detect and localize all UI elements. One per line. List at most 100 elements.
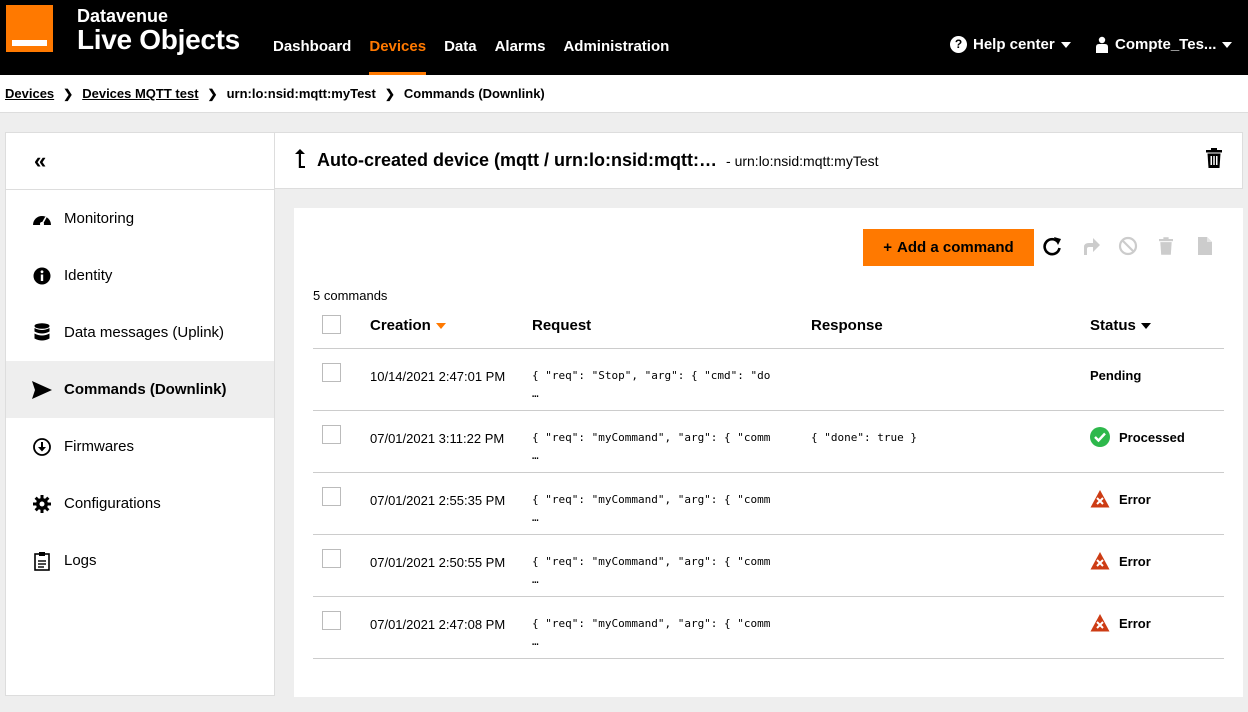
table-row[interactable]: 10/14/2021 2:47:01 PM { "req": "Stop", "…	[313, 349, 1224, 411]
sidebar-item-data-messages[interactable]: Data messages (Uplink)	[6, 304, 274, 361]
error-triangle-icon	[1090, 552, 1110, 570]
sort-desc-icon	[435, 323, 446, 330]
request-cell: { "req": "myCommand", "arg": { "comm …	[532, 431, 771, 462]
request-cell: { "req": "myCommand", "arg": { "comm …	[532, 493, 771, 524]
creation-cell: 07/01/2021 3:11:22 PM	[370, 431, 505, 446]
main-nav: Dashboard Devices Data Alarms Administra…	[273, 0, 687, 75]
row-checkbox[interactable]	[322, 425, 341, 444]
nav-dashboard[interactable]: Dashboard	[273, 0, 351, 75]
commands-panel: + Add a command 5 commands Creation Requ…	[294, 208, 1243, 697]
status-label: Pending	[1090, 367, 1142, 383]
account-label: Compte_Tes...	[1115, 36, 1217, 53]
page-title: Auto-created device (mqtt / urn:lo:nsid:…	[317, 150, 879, 171]
column-request: Request	[532, 317, 592, 334]
row-checkbox[interactable]	[322, 487, 341, 506]
help-icon: ?	[950, 36, 967, 53]
breadcrumb-fleet[interactable]: Devices MQTT test	[82, 86, 198, 101]
caret-down-icon	[1140, 323, 1151, 330]
device-subtitle: - urn:lo:nsid:mqtt:myTest	[726, 153, 879, 169]
trash-icon[interactable]	[1155, 235, 1177, 257]
sidebar-item-label: Configurations	[64, 495, 161, 512]
response-cell: { "done": true }	[811, 431, 917, 444]
top-bar: Datavenue Live Objects Dashboard Devices…	[0, 0, 1248, 75]
sidebar-item-label: Data messages (Uplink)	[64, 324, 225, 341]
sidebar-item-label: Logs	[64, 552, 97, 569]
nav-data[interactable]: Data	[444, 0, 477, 75]
request-cell: { "req": "Stop", "arg": { "cmd": "do …	[532, 369, 771, 400]
status-cell: Pending	[1090, 364, 1141, 386]
plus-icon: +	[883, 239, 893, 256]
commands-count: 5 commands	[313, 288, 388, 303]
nav-alarms[interactable]: Alarms	[495, 0, 546, 75]
help-label: Help center	[973, 36, 1055, 53]
sidebar-item-label: Identity	[64, 267, 113, 284]
column-status[interactable]: Status	[1090, 317, 1151, 334]
refresh-icon[interactable]	[1041, 235, 1063, 257]
nav-administration[interactable]: Administration	[563, 0, 669, 75]
chevron-right-icon: ❯	[63, 86, 74, 101]
chevron-right-icon: ❯	[207, 86, 218, 101]
column-response: Response	[811, 317, 883, 334]
column-creation[interactable]: Creation	[370, 317, 446, 334]
status-cell: Error	[1090, 612, 1151, 634]
delete-device-icon[interactable]	[1206, 148, 1222, 168]
clipboard-icon	[32, 551, 52, 571]
gear-icon	[32, 494, 52, 514]
sidebar-item-commands[interactable]: Commands (Downlink)	[6, 361, 274, 418]
error-triangle-icon	[1090, 490, 1110, 508]
sidebar-item-firmwares[interactable]: Firmwares	[6, 418, 274, 475]
status-label: Error	[1119, 615, 1151, 631]
table-row[interactable]: 07/01/2021 3:11:22 PM { "req": "myComman…	[313, 411, 1224, 473]
sidebar-item-label: Firmwares	[64, 438, 134, 455]
sidebar-item-label: Monitoring	[64, 210, 135, 227]
user-icon	[1096, 36, 1108, 53]
status-cell: Error	[1090, 550, 1151, 572]
status-label: Error	[1119, 491, 1151, 507]
column-creation-label: Creation	[370, 317, 431, 334]
file-icon[interactable]	[1194, 235, 1216, 257]
level-up-icon[interactable]	[293, 148, 307, 170]
info-icon	[32, 266, 52, 286]
sidebar-item-label: Commands (Downlink)	[64, 381, 227, 398]
download-icon	[32, 437, 52, 457]
row-checkbox[interactable]	[322, 549, 341, 568]
creation-cell: 07/01/2021 2:47:08 PM	[370, 617, 506, 632]
breadcrumb-device[interactable]: urn:lo:nsid:mqtt:myTest	[227, 86, 376, 101]
sidebar-item-configurations[interactable]: Configurations	[6, 475, 274, 532]
creation-cell: 07/01/2021 2:55:35 PM	[370, 493, 506, 508]
brand-main: Live Objects	[77, 24, 240, 55]
send-icon	[32, 380, 52, 400]
account-menu[interactable]: Compte_Tes...	[1095, 36, 1233, 53]
nav-devices[interactable]: Devices	[369, 0, 426, 75]
collapse-sidebar-button[interactable]: «	[6, 133, 274, 190]
status-cell: Processed	[1090, 426, 1185, 448]
chevron-right-icon: ❯	[384, 86, 395, 101]
creation-cell: 07/01/2021 2:50:55 PM	[370, 555, 506, 570]
row-checkbox[interactable]	[322, 363, 341, 382]
share-icon[interactable]	[1080, 235, 1102, 257]
status-cell: Error	[1090, 488, 1151, 510]
creation-cell: 10/14/2021 2:47:01 PM	[370, 369, 506, 384]
breadcrumb-devices[interactable]: Devices	[5, 86, 54, 101]
help-center-menu[interactable]: ? Help center	[950, 36, 1071, 53]
request-cell: { "req": "myCommand", "arg": { "comm …	[532, 617, 771, 648]
chevron-down-icon	[1060, 41, 1071, 48]
select-all-checkbox[interactable]	[322, 315, 341, 334]
breadcrumb-current: Commands (Downlink)	[403, 86, 545, 101]
table-row[interactable]: 07/01/2021 2:47:08 PM { "req": "myComman…	[313, 597, 1224, 659]
table-row[interactable]: 07/01/2021 2:55:35 PM { "req": "myComman…	[313, 473, 1224, 535]
cancel-icon[interactable]	[1117, 235, 1139, 257]
error-triangle-icon	[1090, 614, 1110, 632]
sidebar-item-logs[interactable]: Logs	[6, 532, 274, 589]
sidebar-item-identity[interactable]: Identity	[6, 247, 274, 304]
breadcrumb: Devices ❯ Devices MQTT test ❯ urn:lo:nsi…	[0, 75, 1248, 113]
orange-logo[interactable]	[6, 5, 53, 52]
status-label: Processed	[1119, 429, 1185, 445]
table-header: Creation Request Response Status	[313, 304, 1224, 349]
row-checkbox[interactable]	[322, 611, 341, 630]
device-title: Auto-created device (mqtt / urn:lo:nsid:…	[317, 150, 717, 170]
sidebar: « Monitoring Identity Data messages (Upl…	[5, 132, 275, 696]
table-row[interactable]: 07/01/2021 2:50:55 PM { "req": "myComman…	[313, 535, 1224, 597]
add-command-button[interactable]: + Add a command	[863, 229, 1034, 266]
sidebar-item-monitoring[interactable]: Monitoring	[6, 190, 274, 247]
